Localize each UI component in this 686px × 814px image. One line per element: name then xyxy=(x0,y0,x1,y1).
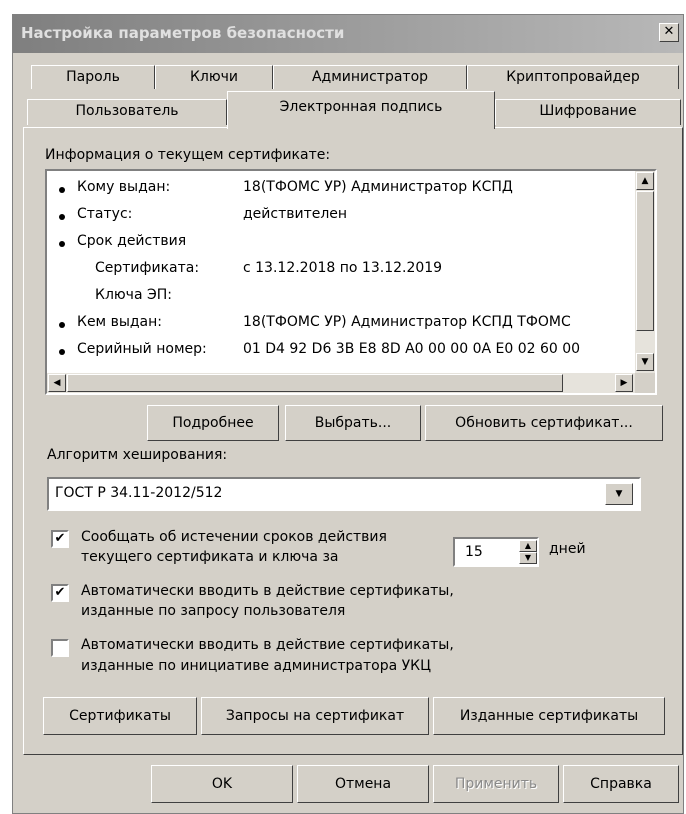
vertical-scroll-thumb[interactable] xyxy=(636,191,654,331)
vertical-scrollbar[interactable]: ▲ ▼ xyxy=(635,171,655,373)
horizontal-scrollbar[interactable]: ◀ ▶ xyxy=(47,373,635,393)
scroll-down-button[interactable]: ▼ xyxy=(636,353,654,371)
days-spinner[interactable]: 15 ▲ ▼ xyxy=(453,537,539,567)
tab-user[interactable]: Пользователь xyxy=(27,99,227,125)
row-label-serial: Серийный номер: xyxy=(77,341,207,357)
row-label-cert-validity: Сертификата: xyxy=(95,260,200,276)
auto-apply-admin-checkbox[interactable] xyxy=(51,639,69,657)
help-button[interactable]: Справка xyxy=(563,765,679,803)
tab-password[interactable]: Пароль xyxy=(31,65,155,89)
bullet xyxy=(59,214,65,220)
horizontal-scroll-thumb[interactable] xyxy=(67,374,563,392)
row-value-issuer: 18(ТФОМС УР) Администратор КСПД ТФОМС xyxy=(243,314,571,330)
auto-apply-admin-line2: изданные по инициативе администратора УК… xyxy=(81,658,431,674)
bullet xyxy=(59,349,65,355)
auto-apply-user-line2: изданные по запросу пользователя xyxy=(81,603,346,619)
scroll-left-button[interactable]: ◀ xyxy=(48,374,66,392)
days-up-button[interactable]: ▲ xyxy=(519,540,537,552)
notify-expiry-label-line1: Сообщать об истечении сроков действия xyxy=(81,529,387,545)
bullet xyxy=(59,187,65,193)
row-value-cert-validity: с 13.12.2018 по 13.12.2019 xyxy=(243,260,443,276)
tab-encryption[interactable]: Шифрование xyxy=(495,99,681,125)
window-title: Настройка параметров безопасности xyxy=(21,24,345,42)
cert-info-rows: Кому выдан: 18(ТФОМС УР) Администратор К… xyxy=(47,171,635,371)
tab-crypto-provider[interactable]: Криптопровайдер xyxy=(467,65,679,89)
notify-expiry-checkbox[interactable]: ✔ xyxy=(51,530,69,548)
days-down-button[interactable]: ▼ xyxy=(519,552,537,564)
row-value-status: действителен xyxy=(243,206,348,222)
certificate-requests-button[interactable]: Запросы на сертификат xyxy=(201,697,429,735)
hash-algorithm-label: Алгоритм хеширования: xyxy=(47,447,228,463)
tab-keys[interactable]: Ключи xyxy=(155,65,273,89)
hash-algorithm-select[interactable]: ГОСТ Р 34.11-2012/512 ▼ xyxy=(47,477,641,511)
auto-apply-user-line1: Автоматически вводить в действие сертифи… xyxy=(81,583,454,599)
row-label-key-validity: Ключа ЭП: xyxy=(95,287,172,303)
bullet xyxy=(59,322,65,328)
tab-administrator[interactable]: Администратор xyxy=(273,65,467,89)
certificates-button[interactable]: Сертификаты xyxy=(43,697,197,735)
scroll-up-button[interactable]: ▲ xyxy=(636,172,654,190)
issued-certificates-button[interactable]: Изданные сертификаты xyxy=(433,697,665,735)
ok-button[interactable]: OK xyxy=(151,765,293,803)
details-button[interactable]: Подробнее xyxy=(147,405,279,441)
row-label-validity: Срок действия xyxy=(77,233,187,249)
tab-digital-signature[interactable]: Электронная подпись xyxy=(227,91,495,129)
scroll-right-button[interactable]: ▶ xyxy=(615,374,633,392)
hash-algorithm-value: ГОСТ Р 34.11-2012/512 xyxy=(55,485,223,501)
title-bar[interactable]: Настройка параметров безопасности ✕ xyxy=(13,15,683,53)
update-certificate-button[interactable]: Обновить сертификат... xyxy=(425,405,663,441)
cert-info-list[interactable]: Кому выдан: 18(ТФОМС УР) Администратор К… xyxy=(45,169,657,395)
scroll-corner xyxy=(635,373,655,393)
chevron-down-icon[interactable]: ▼ xyxy=(605,483,633,505)
days-value: 15 xyxy=(465,544,483,560)
auto-apply-user-checkbox[interactable]: ✔ xyxy=(51,584,69,602)
row-label-status: Статус: xyxy=(77,206,133,222)
notify-expiry-label-line2: текущего сертификата и ключа за xyxy=(81,549,339,565)
row-label-issued-to: Кому выдан: xyxy=(77,179,171,195)
bullet xyxy=(59,241,65,247)
select-button[interactable]: Выбрать... xyxy=(285,405,421,441)
row-value-issued-to: 18(ТФОМС УР) Администратор КСПД xyxy=(243,179,513,195)
row-label-issuer: Кем выдан: xyxy=(77,314,162,330)
auto-apply-admin-line1: Автоматически вводить в действие сертифи… xyxy=(81,637,454,653)
days-unit-label: дней xyxy=(549,541,586,557)
row-value-serial: 01 D4 92 D6 3B E8 8D A0 00 00 0A E0 02 6… xyxy=(243,341,581,357)
apply-button[interactable]: Применить xyxy=(433,765,559,803)
security-settings-dialog: Настройка параметров безопасности ✕ Паро… xyxy=(12,14,684,814)
cancel-button[interactable]: Отмена xyxy=(297,765,429,803)
cert-info-heading: Информация о текущем сертификате: xyxy=(45,147,331,163)
close-button[interactable]: ✕ xyxy=(659,23,679,42)
